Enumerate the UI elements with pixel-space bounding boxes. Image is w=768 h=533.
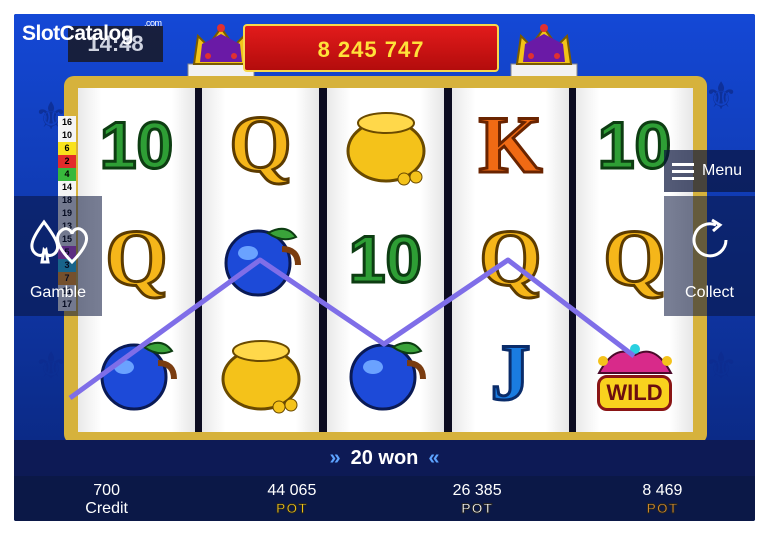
pot-value: 44 065 xyxy=(267,482,317,499)
bottom-bar: 700 Credit 44 065 POT 26 385 POT 8 469 P… xyxy=(14,476,755,521)
payline-number: 2 xyxy=(58,155,76,168)
won-text: 20 won xyxy=(350,447,419,469)
payline-number: 6 xyxy=(58,142,76,155)
pot-label: POT xyxy=(646,500,679,517)
pot-label: POT xyxy=(275,500,308,517)
pot-display: 8 469 POT xyxy=(570,476,755,521)
credit-value: 700 xyxy=(93,482,120,499)
payline-number: 4 xyxy=(58,168,76,181)
pot-label: POT xyxy=(461,500,494,517)
gamble-label: Gamble xyxy=(29,284,87,301)
game-frame: ⚜ ⚜ ⚜ ⚜ 14:48 SlotCatalog .com 8 245 747… xyxy=(14,14,755,521)
payline-number: 16 xyxy=(58,116,76,129)
chevron-right-icon: » xyxy=(329,447,341,469)
win-status-bar: » 20 won « xyxy=(14,440,755,476)
chevron-left-icon: « xyxy=(428,447,440,469)
credit-display: 700 Credit xyxy=(14,476,199,521)
credit-label: Credit xyxy=(85,500,128,517)
pot-display: 26 385 POT xyxy=(385,476,570,521)
menu-button[interactable]: Menu xyxy=(664,150,755,192)
hamburger-icon xyxy=(672,163,694,180)
win-line xyxy=(68,257,636,401)
card-suits-icon xyxy=(30,219,89,265)
menu-label: Menu xyxy=(702,162,743,179)
collect-button[interactable]: Collect xyxy=(664,196,755,316)
logo-suffix: .com xyxy=(144,18,162,28)
payline-number: 14 xyxy=(58,181,76,194)
logo-text: SlotCatalog xyxy=(22,22,134,45)
pot-value: 8 469 xyxy=(642,482,683,499)
logo: SlotCatalog .com xyxy=(22,18,162,46)
pot-display: 44 065 POT xyxy=(199,476,384,521)
gamble-button[interactable]: Gamble xyxy=(14,196,102,316)
pot-value: 26 385 xyxy=(452,482,502,499)
collect-label: Collect xyxy=(685,284,734,301)
payline-number: 10 xyxy=(58,129,76,142)
refresh-icon xyxy=(692,218,728,258)
